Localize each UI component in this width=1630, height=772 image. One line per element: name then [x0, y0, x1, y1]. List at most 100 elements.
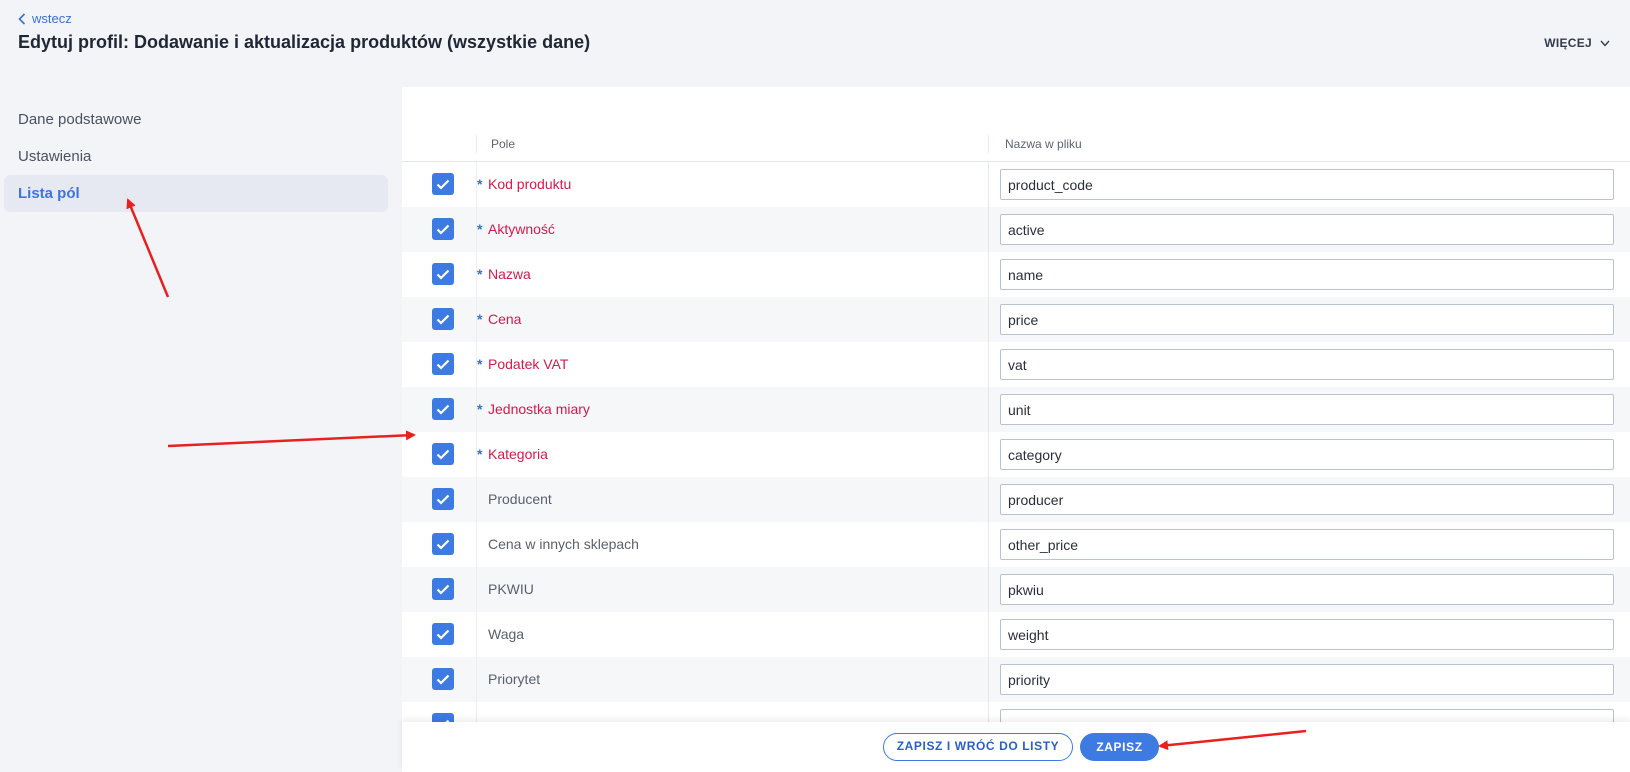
field-checkbox[interactable]	[432, 398, 454, 420]
file-name-input[interactable]	[1000, 709, 1614, 722]
column-divider	[988, 567, 989, 612]
table-row: * Aktywność	[402, 207, 1630, 252]
field-label: * Nazwa	[477, 252, 531, 297]
column-divider	[988, 612, 989, 657]
more-button-label: WIĘCEJ	[1544, 36, 1592, 50]
field-name: Kategoria	[488, 446, 548, 462]
file-name-input[interactable]	[1000, 439, 1614, 470]
table-row: * Kategoria	[402, 432, 1630, 477]
field-label: Producent	[477, 477, 552, 522]
checkmark-icon	[436, 539, 450, 550]
file-name-input[interactable]	[1000, 529, 1614, 560]
field-label: * Podatek VAT	[477, 342, 568, 387]
table-row: Waga	[402, 612, 1630, 657]
table-row	[402, 702, 1630, 722]
column-divider	[988, 702, 989, 722]
column-divider	[988, 162, 989, 207]
field-checkbox[interactable]	[432, 578, 454, 600]
field-label: * Cena	[477, 297, 521, 342]
table-header: Pole Nazwa w pliku	[402, 127, 1630, 162]
field-name: Jednostka miary	[488, 401, 590, 417]
field-name: PKWIU	[488, 581, 534, 597]
required-marker: *	[477, 266, 483, 282]
file-name-input[interactable]	[1000, 304, 1614, 335]
sidebar-item-settings[interactable]: Ustawienia	[4, 138, 388, 175]
file-name-input[interactable]	[1000, 484, 1614, 515]
table-row: Producent	[402, 477, 1630, 522]
more-button[interactable]: WIĘCEJ	[1544, 36, 1610, 50]
field-name: Cena w innych sklepach	[488, 536, 639, 552]
checkmark-icon	[436, 629, 450, 640]
table-row: Priorytet	[402, 657, 1630, 702]
sidebar-item-field-list[interactable]: Lista pól	[4, 175, 388, 212]
file-name-input[interactable]	[1000, 214, 1614, 245]
field-checkbox[interactable]	[432, 668, 454, 690]
field-rows: * Kod produktu * Aktywność * Nazwa * Cena * Podat…	[402, 162, 1630, 722]
annotation-arrow-checkboxes	[167, 430, 416, 448]
checkmark-icon	[436, 314, 450, 325]
field-label: * Jednostka miary	[477, 387, 590, 432]
column-divider	[988, 387, 989, 432]
field-label: * Aktywność	[477, 207, 555, 252]
field-label: PKWIU	[477, 567, 534, 612]
file-name-input[interactable]	[1000, 259, 1614, 290]
table-row: * Cena	[402, 297, 1630, 342]
field-label: Waga	[477, 612, 524, 657]
checkmark-icon	[436, 179, 450, 190]
required-marker: *	[477, 446, 483, 462]
column-divider	[988, 432, 989, 477]
annotation-arrow-sidebar	[126, 198, 170, 298]
field-checkbox[interactable]	[432, 353, 454, 375]
field-checkbox[interactable]	[432, 533, 454, 555]
chevron-left-icon	[18, 12, 26, 25]
field-name: Waga	[488, 626, 525, 642]
checkmark-icon	[436, 494, 450, 505]
footer-bar: ZAPISZ I WRÓĆ DO LISTY ZAPISZ	[402, 722, 1630, 772]
field-label	[477, 702, 488, 722]
back-link[interactable]: wstecz	[18, 11, 72, 26]
file-name-input[interactable]	[1000, 664, 1614, 695]
field-name: Aktywność	[488, 221, 555, 237]
field-name: Producent	[488, 491, 552, 507]
save-and-back-button[interactable]: ZAPISZ I WRÓĆ DO LISTY	[883, 733, 1073, 761]
checkmark-icon	[436, 404, 450, 415]
field-checkbox[interactable]	[432, 713, 454, 722]
field-checkbox[interactable]	[432, 173, 454, 195]
field-checkbox[interactable]	[432, 308, 454, 330]
field-checkbox[interactable]	[432, 218, 454, 240]
required-marker: *	[477, 311, 483, 327]
checkmark-icon	[436, 674, 450, 685]
field-checkbox[interactable]	[432, 623, 454, 645]
column-divider	[988, 207, 989, 252]
field-checkbox[interactable]	[432, 488, 454, 510]
column-divider	[988, 657, 989, 702]
page-title: Edytuj profil: Dodawanie i aktualizacja …	[18, 32, 591, 52]
table-row: * Kod produktu	[402, 162, 1630, 207]
file-name-input[interactable]	[1000, 349, 1614, 380]
chevron-down-icon	[1600, 40, 1610, 47]
field-label: * Kod produktu	[477, 162, 571, 207]
file-name-input[interactable]	[1000, 619, 1614, 650]
checkmark-icon	[436, 269, 450, 280]
field-checkbox[interactable]	[432, 263, 454, 285]
field-name: Priorytet	[488, 671, 541, 687]
required-marker: *	[477, 401, 483, 417]
column-divider	[988, 522, 989, 567]
sidebar: Dane podstawowe Ustawienia Lista pól	[0, 101, 392, 212]
field-label: * Kategoria	[477, 432, 548, 477]
checkmark-icon	[436, 449, 450, 460]
table-row: * Podatek VAT	[402, 342, 1630, 387]
field-list-panel: Pole Nazwa w pliku * Kod produktu * Aktywno…	[402, 87, 1630, 772]
field-label: Priorytet	[477, 657, 540, 702]
file-name-input[interactable]	[1000, 394, 1614, 425]
table-row: PKWIU	[402, 567, 1630, 612]
file-name-input[interactable]	[1000, 574, 1614, 605]
sidebar-item-basic-data[interactable]: Dane podstawowe	[4, 101, 388, 138]
field-name: Nazwa	[488, 266, 531, 282]
column-header-file-name: Nazwa w pliku	[988, 135, 1082, 153]
field-checkbox[interactable]	[432, 443, 454, 465]
field-name: Cena	[488, 311, 522, 327]
save-button[interactable]: ZAPISZ	[1080, 733, 1159, 761]
table-row: * Jednostka miary	[402, 387, 1630, 432]
file-name-input[interactable]	[1000, 169, 1614, 200]
